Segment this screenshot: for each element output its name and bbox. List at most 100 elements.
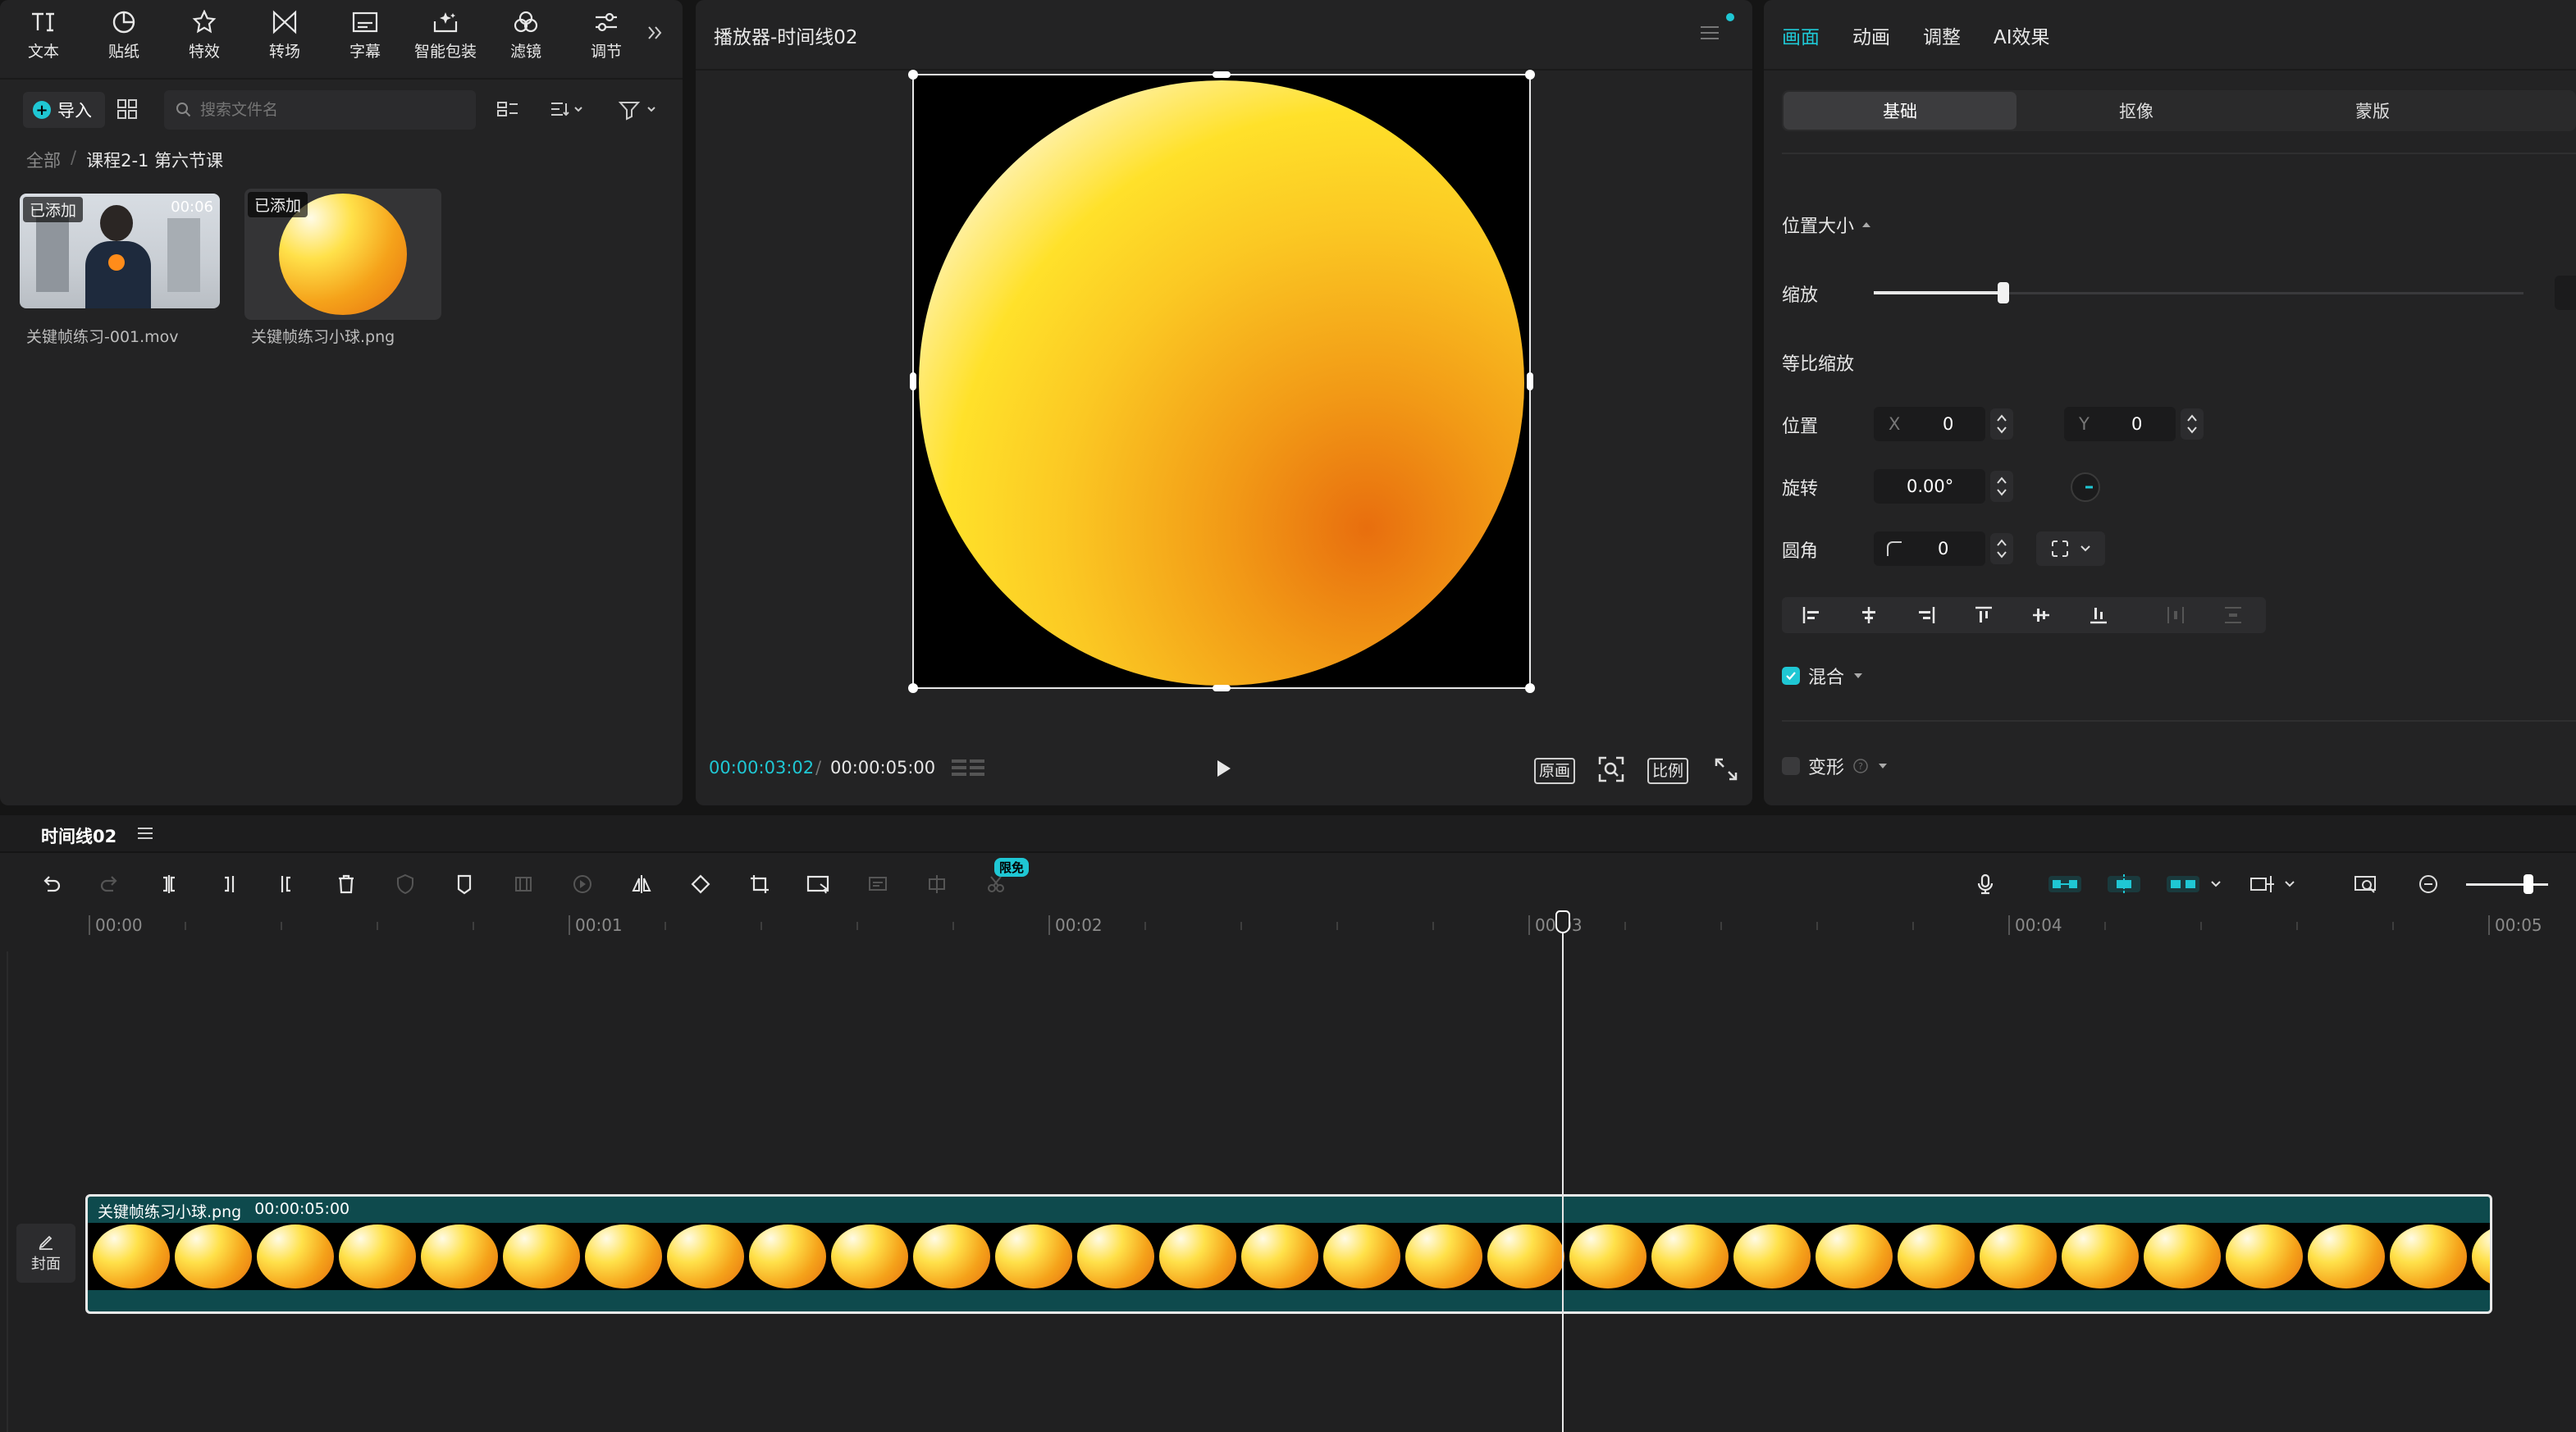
media-item[interactable]: 已添加 00:06 关键帧练习-001.mov [20, 194, 220, 358]
rotation-stepper[interactable] [1990, 471, 2013, 502]
timeline-menu-icon[interactable] [136, 825, 154, 845]
timeline-ruler[interactable]: 00:0000:0100:0200:0300:0400:05 [0, 910, 2576, 943]
expand-toolbar-icon[interactable] [645, 23, 665, 43]
transform-row[interactable]: 变形 ? [1782, 753, 1889, 779]
subtab-cutout[interactable]: 抠像 [2020, 92, 2253, 130]
position-x-field[interactable]: X 0 [1874, 407, 2013, 441]
subtitle-recognize-icon[interactable] [861, 868, 894, 901]
grid-view-icon[interactable] [115, 97, 139, 125]
blend-row[interactable]: 混合 [1782, 663, 1864, 689]
corner-mode-dropdown[interactable] [2036, 531, 2105, 566]
corner-stepper[interactable] [1990, 533, 2013, 564]
resize-handle[interactable] [910, 372, 916, 390]
ball-image[interactable] [919, 80, 1524, 686]
blend-checkbox[interactable] [1782, 667, 1800, 685]
shield-add-icon[interactable] [389, 868, 422, 901]
transform-checkbox[interactable] [1782, 757, 1800, 775]
import-button[interactable]: + 导入 [23, 92, 105, 128]
tab-animation[interactable]: 动画 [1852, 21, 1890, 49]
subtab-basic[interactable]: 基础 [1784, 92, 2016, 130]
zoom-thumb[interactable] [2523, 874, 2533, 894]
align-bottom-icon[interactable] [2074, 599, 2123, 632]
resize-handle[interactable] [908, 70, 918, 80]
resize-screen-icon[interactable] [802, 868, 835, 901]
preview-canvas[interactable] [908, 70, 1535, 693]
cover-button[interactable]: 封面 [16, 1224, 75, 1283]
play-button[interactable] [1211, 756, 1235, 784]
scale-thumb[interactable] [1998, 282, 2010, 303]
resize-handle[interactable] [908, 683, 918, 693]
redo-icon[interactable] [94, 868, 126, 901]
position-x-stepper[interactable] [1990, 408, 2013, 440]
zoom-slider[interactable] [2466, 873, 2548, 896]
tool-button[interactable]: 字幕 [328, 7, 402, 64]
tab-ai-effects[interactable]: AI效果 [1994, 21, 2050, 49]
tool-button[interactable]: 特效 [167, 7, 241, 64]
video-clip[interactable]: 关键帧练习小球.png 00:00:05:00 [85, 1194, 2492, 1314]
align-top-icon[interactable] [1959, 599, 2008, 632]
tool-button[interactable]: 滤镜 [489, 7, 563, 64]
scale-input[interactable] [2555, 276, 2576, 310]
marker-icon[interactable] [448, 868, 481, 901]
position-y-field[interactable]: Y 0 [2064, 407, 2204, 441]
reverse-icon[interactable] [566, 868, 599, 901]
breadcrumb-root[interactable]: 全部 [26, 148, 61, 172]
zoom-out-icon[interactable] [2412, 868, 2445, 901]
align-center-vertical-icon[interactable] [2016, 599, 2066, 632]
media-item[interactable]: 已添加 关键帧练习小球.png [244, 189, 441, 353]
timeline-preview-icon[interactable] [2350, 868, 2382, 901]
corner-field[interactable]: 0 [1874, 531, 2013, 566]
tab-picture[interactable]: 画面 [1782, 21, 1820, 49]
align-center-horizontal-icon[interactable] [1844, 599, 1893, 632]
subtab-mask[interactable]: 蒙版 [2256, 92, 2489, 130]
help-icon[interactable]: ? [1852, 758, 1869, 774]
trim-left-icon[interactable] [212, 868, 244, 901]
search-box[interactable] [164, 90, 476, 130]
mirror-icon[interactable] [625, 868, 658, 901]
original-quality-button[interactable]: 原画 [1534, 758, 1576, 784]
resize-handle[interactable] [1527, 372, 1533, 390]
scale-slider[interactable] [1874, 279, 2523, 307]
playhead-handle[interactable] [1555, 910, 1570, 933]
layout-toggle-icon[interactable] [496, 97, 520, 125]
player-menu-icon[interactable] [1698, 23, 1721, 46]
tool-button[interactable]: 智能包装 [409, 7, 482, 64]
playhead[interactable] [1562, 910, 1564, 1432]
split-icon[interactable] [153, 868, 185, 901]
resize-handle[interactable] [1213, 685, 1231, 691]
main-track-magnet-icon[interactable] [2046, 868, 2084, 901]
waveform-icon[interactable] [950, 756, 986, 784]
search-input[interactable] [199, 100, 464, 120]
freeze-frame-icon[interactable] [507, 868, 540, 901]
sort-icon[interactable] [548, 97, 584, 125]
tool-button[interactable]: 文本 [7, 7, 80, 64]
position-size-section[interactable]: 位置大小 [1782, 212, 1872, 238]
align-left-icon[interactable] [1787, 599, 1836, 632]
fullscreen-icon[interactable] [1713, 756, 1739, 786]
tool-button[interactable]: 贴纸 [87, 7, 161, 64]
tab-adjust[interactable]: 调整 [1923, 21, 1961, 49]
tool-button[interactable]: 调节 [569, 7, 643, 64]
timeline-title[interactable]: 时间线02 [41, 823, 116, 848]
rotate-icon[interactable] [684, 868, 717, 901]
resize-handle[interactable] [1525, 70, 1535, 80]
compare-icon[interactable] [920, 868, 953, 901]
undo-icon[interactable] [34, 868, 67, 901]
align-right-icon[interactable] [1902, 599, 1951, 632]
resize-handle[interactable] [1213, 71, 1231, 78]
auto-snap-icon[interactable] [2105, 868, 2143, 901]
resize-handle[interactable] [1525, 683, 1535, 693]
crop-icon[interactable] [743, 868, 776, 901]
delete-icon[interactable] [330, 868, 363, 901]
filter-icon[interactable] [617, 97, 660, 125]
rotation-dial-icon[interactable] [2069, 471, 2102, 507]
preview-axis-icon[interactable] [2246, 868, 2304, 901]
aspect-ratio-button[interactable]: 比例 [1647, 758, 1689, 784]
fit-view-icon[interactable] [1596, 755, 1626, 787]
linkage-icon[interactable] [2164, 868, 2230, 901]
trim-right-icon[interactable] [271, 868, 304, 901]
position-y-stepper[interactable] [2181, 408, 2204, 440]
microphone-icon[interactable] [1969, 868, 2002, 901]
rotation-field[interactable]: 0.00° [1874, 469, 2013, 504]
tool-button[interactable]: 转场 [248, 7, 322, 64]
